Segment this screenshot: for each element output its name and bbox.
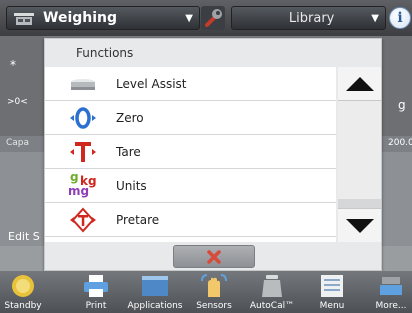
- scale-icon: [13, 10, 35, 26]
- scroll-thumb[interactable]: [338, 101, 381, 199]
- zero-icon: [68, 105, 98, 131]
- capacity-value: 200.00: [388, 138, 412, 148]
- toolbar-print[interactable]: Print: [76, 271, 116, 313]
- applications-icon: [140, 273, 170, 299]
- autocal-icon: [257, 273, 287, 299]
- center-of-zero-indicator: >0<: [7, 97, 28, 107]
- bottom-toolbar: Standby Print Applications Sensors AutoC…: [0, 271, 412, 313]
- pretare-icon: [68, 207, 98, 233]
- dialog-title: Functions: [76, 46, 134, 60]
- standby-icon: [8, 273, 38, 299]
- stability-star: *: [10, 58, 16, 72]
- wrench-icon[interactable]: [201, 6, 225, 30]
- capacity-label: Capa: [6, 138, 30, 148]
- list-item-tare[interactable]: Tare: [45, 135, 336, 169]
- list-item-label: Level Assist: [116, 76, 187, 91]
- list-item-label: Tare: [116, 144, 141, 159]
- application-selector[interactable]: Weighing ▼: [6, 6, 200, 30]
- list-item-zero[interactable]: Zero: [45, 101, 336, 135]
- list-item-label: Units: [116, 178, 147, 193]
- print-icon: [81, 273, 111, 299]
- toolbar-autocal[interactable]: AutoCal™: [244, 271, 300, 313]
- list-item-level-assist[interactable]: Level Assist: [45, 67, 336, 101]
- chevron-down-icon: ▼: [371, 12, 379, 24]
- arrow-up-icon: [345, 76, 374, 91]
- sensors-icon: [199, 273, 229, 299]
- toolbar-applications[interactable]: Applications: [124, 271, 186, 313]
- more-icon: [376, 273, 406, 299]
- scrollbar[interactable]: [338, 67, 381, 242]
- info-icon[interactable]: i: [389, 7, 411, 29]
- list-item-label: Zero: [116, 110, 144, 125]
- units-icon: g kg mg: [68, 169, 97, 198]
- scroll-down-button[interactable]: [338, 208, 381, 242]
- level-assist-icon: [68, 71, 98, 97]
- list-item-units[interactable]: g kg mg Units: [45, 169, 336, 203]
- close-button[interactable]: [173, 245, 255, 268]
- functions-list: Level Assist Zero Tare g kg mg Units Pre…: [45, 67, 336, 242]
- toolbar-more[interactable]: More...: [370, 271, 412, 313]
- edit-settings-button[interactable]: Edit S: [8, 230, 40, 243]
- menu-icon: [317, 273, 347, 299]
- list-item-pretare[interactable]: Pretare: [45, 203, 336, 237]
- unit-label: g: [398, 98, 406, 112]
- toolbar-standby[interactable]: Standby: [0, 271, 46, 313]
- toolbar-sensors[interactable]: Sensors: [190, 271, 238, 313]
- app-title: Weighing: [43, 10, 118, 26]
- list-item-label: Pretare: [116, 212, 160, 227]
- chevron-down-icon: ▼: [185, 12, 193, 24]
- tare-icon: [68, 139, 98, 165]
- toolbar-menu[interactable]: Menu: [312, 271, 352, 313]
- close-icon: [207, 249, 221, 264]
- top-bar: Weighing ▼ Library ▼ i: [0, 0, 412, 36]
- library-label: Library: [288, 10, 335, 26]
- library-selector[interactable]: Library ▼: [231, 6, 386, 30]
- arrow-down-icon: [345, 218, 374, 233]
- scroll-up-button[interactable]: [338, 67, 381, 101]
- functions-dialog: Functions Level Assist Zero Tare g kg mg…: [44, 38, 382, 271]
